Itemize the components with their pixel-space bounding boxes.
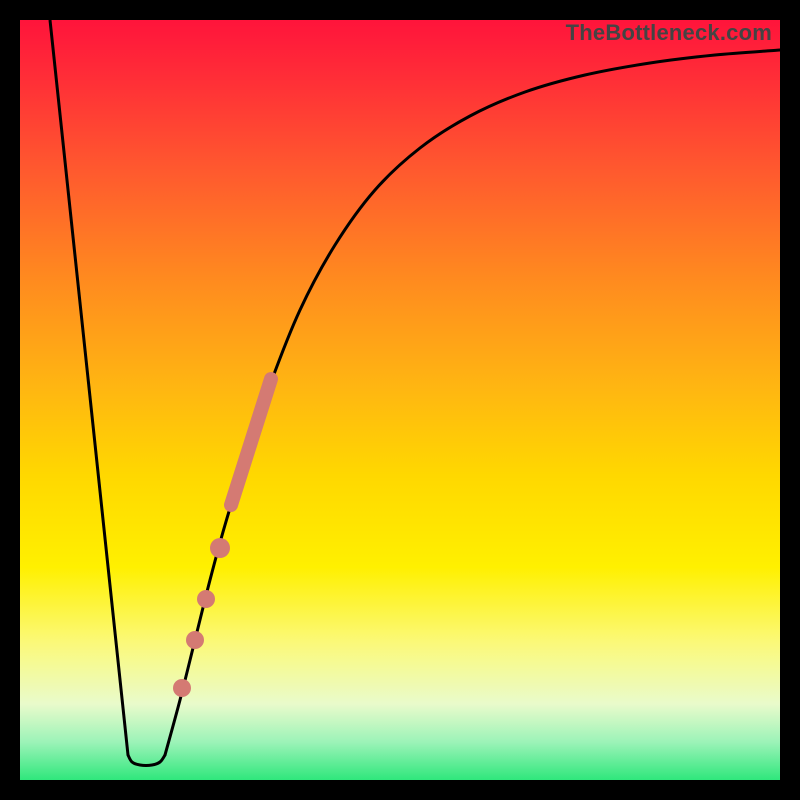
dot-3 <box>197 590 215 608</box>
curve-left-descent <box>50 20 128 755</box>
dot-2 <box>186 631 204 649</box>
watermark-text: TheBottleneck.com <box>566 20 772 46</box>
curve-layer <box>50 20 780 765</box>
highlight-segment <box>231 379 271 505</box>
dot-4 <box>210 538 230 558</box>
chart-svg <box>20 20 780 780</box>
dot-1 <box>173 679 191 697</box>
chart-frame: TheBottleneck.com <box>0 0 800 800</box>
plot-area: TheBottleneck.com <box>20 20 780 780</box>
curve-valley <box>128 755 165 765</box>
